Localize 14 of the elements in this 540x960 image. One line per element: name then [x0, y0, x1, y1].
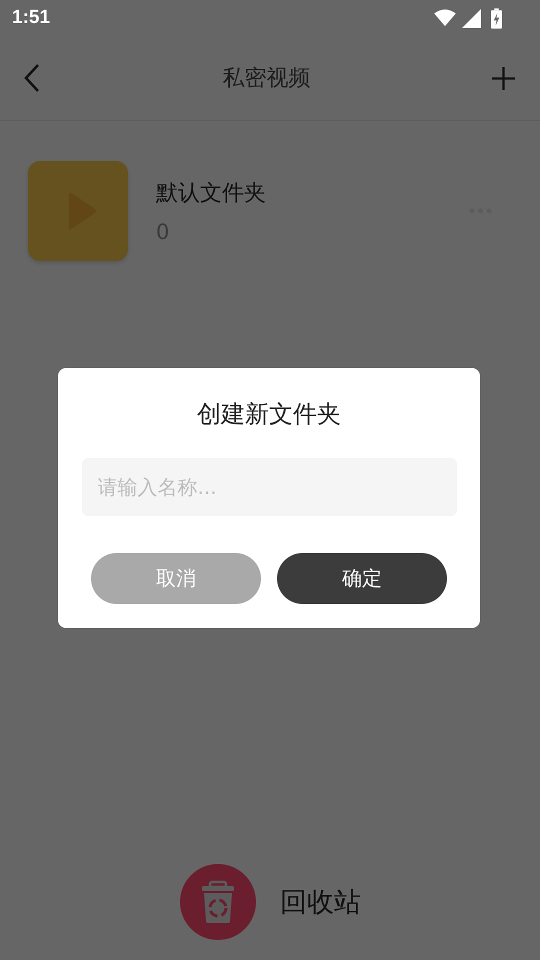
- screen-title: 私密视频: [222, 65, 310, 93]
- back-icon[interactable]: [22, 62, 42, 94]
- confirm-button[interactable]: 确定: [277, 553, 447, 604]
- status-time: 1:51: [12, 7, 50, 29]
- dialog-title: 创建新文件夹: [197, 399, 341, 430]
- folder-name: 默认文件夹: [156, 180, 267, 208]
- wifi-icon: [434, 9, 456, 27]
- signal-icon: [462, 8, 481, 28]
- cancel-button[interactable]: 取消: [91, 553, 261, 604]
- name-input-field[interactable]: 请输入名称...: [82, 458, 456, 516]
- add-icon[interactable]: [491, 66, 516, 90]
- recycle-bin-label[interactable]: 回收站: [280, 884, 361, 920]
- trash-icon[interactable]: [180, 864, 256, 940]
- battery-charging-icon: [491, 8, 502, 28]
